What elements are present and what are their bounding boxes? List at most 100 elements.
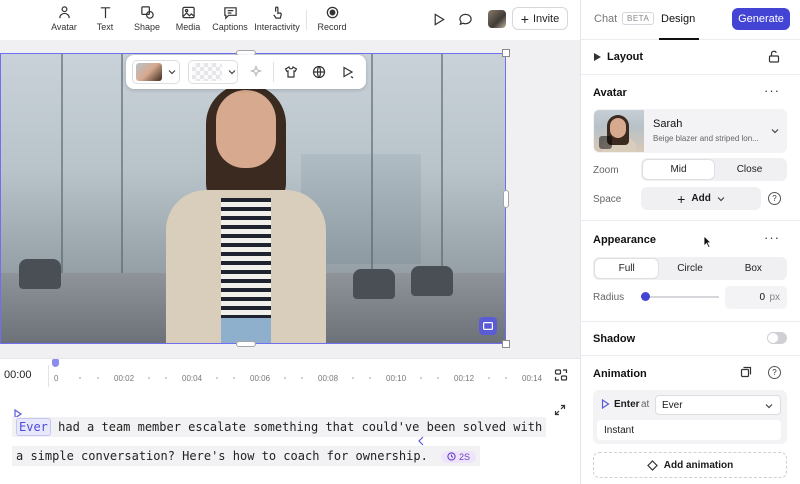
video-stage[interactable] — [0, 53, 506, 344]
expand-icon[interactable] — [554, 404, 566, 416]
resize-handle-top-right[interactable] — [502, 49, 510, 57]
exit-marker-icon[interactable] — [416, 436, 426, 446]
enter-animation-card[interactable]: Enter at Ever Instant — [593, 390, 787, 444]
motion-button[interactable] — [340, 64, 356, 80]
appearance-option-box[interactable]: Box — [722, 259, 785, 278]
section-divider — [581, 321, 800, 322]
invite-button[interactable]: + Invite — [512, 7, 568, 30]
appearance-option-full[interactable]: Full — [595, 259, 659, 278]
chevron-down-icon — [717, 196, 725, 201]
trigger-word-select[interactable]: Ever — [655, 395, 781, 415]
motion-play-icon — [343, 66, 354, 79]
pause-pill[interactable]: 2S — [441, 450, 477, 463]
copy-icon[interactable] — [740, 366, 752, 378]
zoom-segmented-control: Mid Close — [641, 158, 787, 181]
resize-handle-right[interactable] — [503, 190, 509, 208]
diamond-icon — [646, 459, 658, 471]
radius-unit: px — [769, 292, 780, 303]
script-line-1[interactable]: Ever had a team member escalate somethin… — [12, 417, 547, 437]
timeline-dot — [284, 377, 286, 379]
zoom-option-close[interactable]: Close — [714, 160, 785, 179]
shape-icon — [140, 6, 154, 19]
avatar-selector-card[interactable]: Sarah Beige blazer and striped lon... — [593, 109, 787, 153]
sparkle-icon — [249, 65, 263, 78]
timeline-tick: 00:02 — [114, 374, 135, 383]
avatar-more-icon[interactable]: ··· — [764, 83, 780, 98]
magic-edit-button[interactable] — [248, 64, 264, 80]
window-frame — [371, 54, 373, 284]
tab-chat[interactable]: Chat — [594, 13, 617, 25]
design-panel: Chat BETA Design Generate Layout Avatar … — [580, 0, 800, 484]
lock-open-icon[interactable] — [768, 50, 780, 63]
shadow-section-title: Shadow — [593, 333, 636, 345]
shadow-toggle[interactable] — [767, 332, 787, 344]
background-button[interactable] — [311, 64, 327, 80]
timeline-dot — [79, 377, 81, 379]
animation-help-icon[interactable]: ? — [768, 366, 781, 379]
timeline[interactable]: 00:00 0 00:02 00:04 00:06 00:08 00:10 00… — [0, 358, 580, 390]
chevron-down-icon — [168, 70, 176, 75]
comments-button[interactable] — [456, 10, 474, 28]
timeline-tick: 00:04 — [182, 374, 203, 383]
record-tool-label: Record — [317, 22, 347, 32]
script-line-2[interactable]: a simple conversation? Here's how to coa… — [12, 446, 481, 466]
text-tool-label: Text — [96, 22, 114, 32]
element-floating-toolbar — [126, 55, 366, 89]
timeline-dot — [165, 377, 167, 379]
timeline-dot — [369, 377, 371, 379]
enter-marker-icon — [601, 399, 610, 409]
radius-slider-track[interactable] — [641, 296, 719, 298]
record-tool-button[interactable]: Record — [305, 4, 359, 36]
canvas-area — [0, 40, 580, 358]
chevron-down-icon — [771, 129, 779, 134]
captions-badge-icon[interactable] — [479, 317, 497, 335]
edit-avatar-icon[interactable] — [599, 136, 612, 149]
interactivity-tool-button[interactable]: Interactivity — [250, 4, 304, 36]
section-divider — [581, 220, 800, 221]
plus-icon: + — [677, 190, 686, 207]
avatar-figure[interactable] — [166, 84, 326, 343]
avatar-section-title: Avatar — [593, 87, 627, 99]
zoom-label: Zoom — [593, 165, 619, 176]
resize-handle-bottom[interactable] — [236, 341, 256, 347]
split-view-icon[interactable] — [554, 368, 568, 382]
timeline-tick: 0 — [54, 374, 59, 383]
captions-tool-button[interactable]: Captions — [203, 4, 257, 36]
appearance-more-icon[interactable]: ··· — [764, 230, 780, 245]
timeline-tick: 00:10 — [386, 374, 407, 383]
resize-handle-bottom-right[interactable] — [502, 340, 510, 348]
zoom-option-mid[interactable]: Mid — [643, 160, 714, 179]
user-avatar[interactable] — [488, 10, 506, 28]
avatar-tool-label: Avatar — [51, 22, 77, 32]
avatar-picker-dropdown[interactable] — [132, 60, 180, 84]
script-highlight-word[interactable]: Ever — [16, 418, 51, 436]
animation-type-field[interactable]: Instant — [597, 420, 781, 440]
transparent-background-thumbnail — [192, 63, 222, 81]
add-space-button[interactable]: + Add — [641, 187, 761, 210]
radius-input[interactable]: 0 px — [725, 286, 787, 309]
play-button[interactable] — [429, 10, 447, 28]
timeline-dot — [301, 377, 303, 379]
appearance-option-circle[interactable]: Circle — [658, 259, 721, 278]
person-icon — [58, 6, 70, 19]
background-picker-dropdown[interactable] — [188, 60, 238, 84]
layout-section-header[interactable]: Layout — [581, 40, 800, 74]
playhead[interactable] — [52, 359, 59, 367]
radius-slider-knob[interactable] — [641, 292, 650, 301]
timeline-ruler[interactable]: 0 00:02 00:04 00:06 00:08 00:10 00:12 00… — [48, 359, 542, 387]
trigger-word-value: Ever — [662, 399, 683, 411]
panel-tabs: Chat BETA Design Generate — [581, 0, 800, 40]
background-chair — [411, 266, 453, 296]
outfit-button[interactable] — [283, 64, 299, 80]
script-editor[interactable]: Ever had a team member escalate somethin… — [0, 390, 580, 484]
space-help-icon[interactable]: ? — [768, 192, 781, 205]
add-animation-button[interactable]: Add animation — [593, 452, 787, 478]
invite-label: Invite — [532, 12, 560, 25]
tab-design[interactable]: Design — [661, 13, 695, 25]
globe-icon — [312, 65, 326, 79]
generate-button[interactable]: Generate — [732, 8, 790, 30]
record-icon — [326, 6, 338, 19]
section-divider — [581, 355, 800, 356]
pause-duration: 2S — [459, 451, 471, 462]
avatar-photo-face — [610, 118, 626, 138]
